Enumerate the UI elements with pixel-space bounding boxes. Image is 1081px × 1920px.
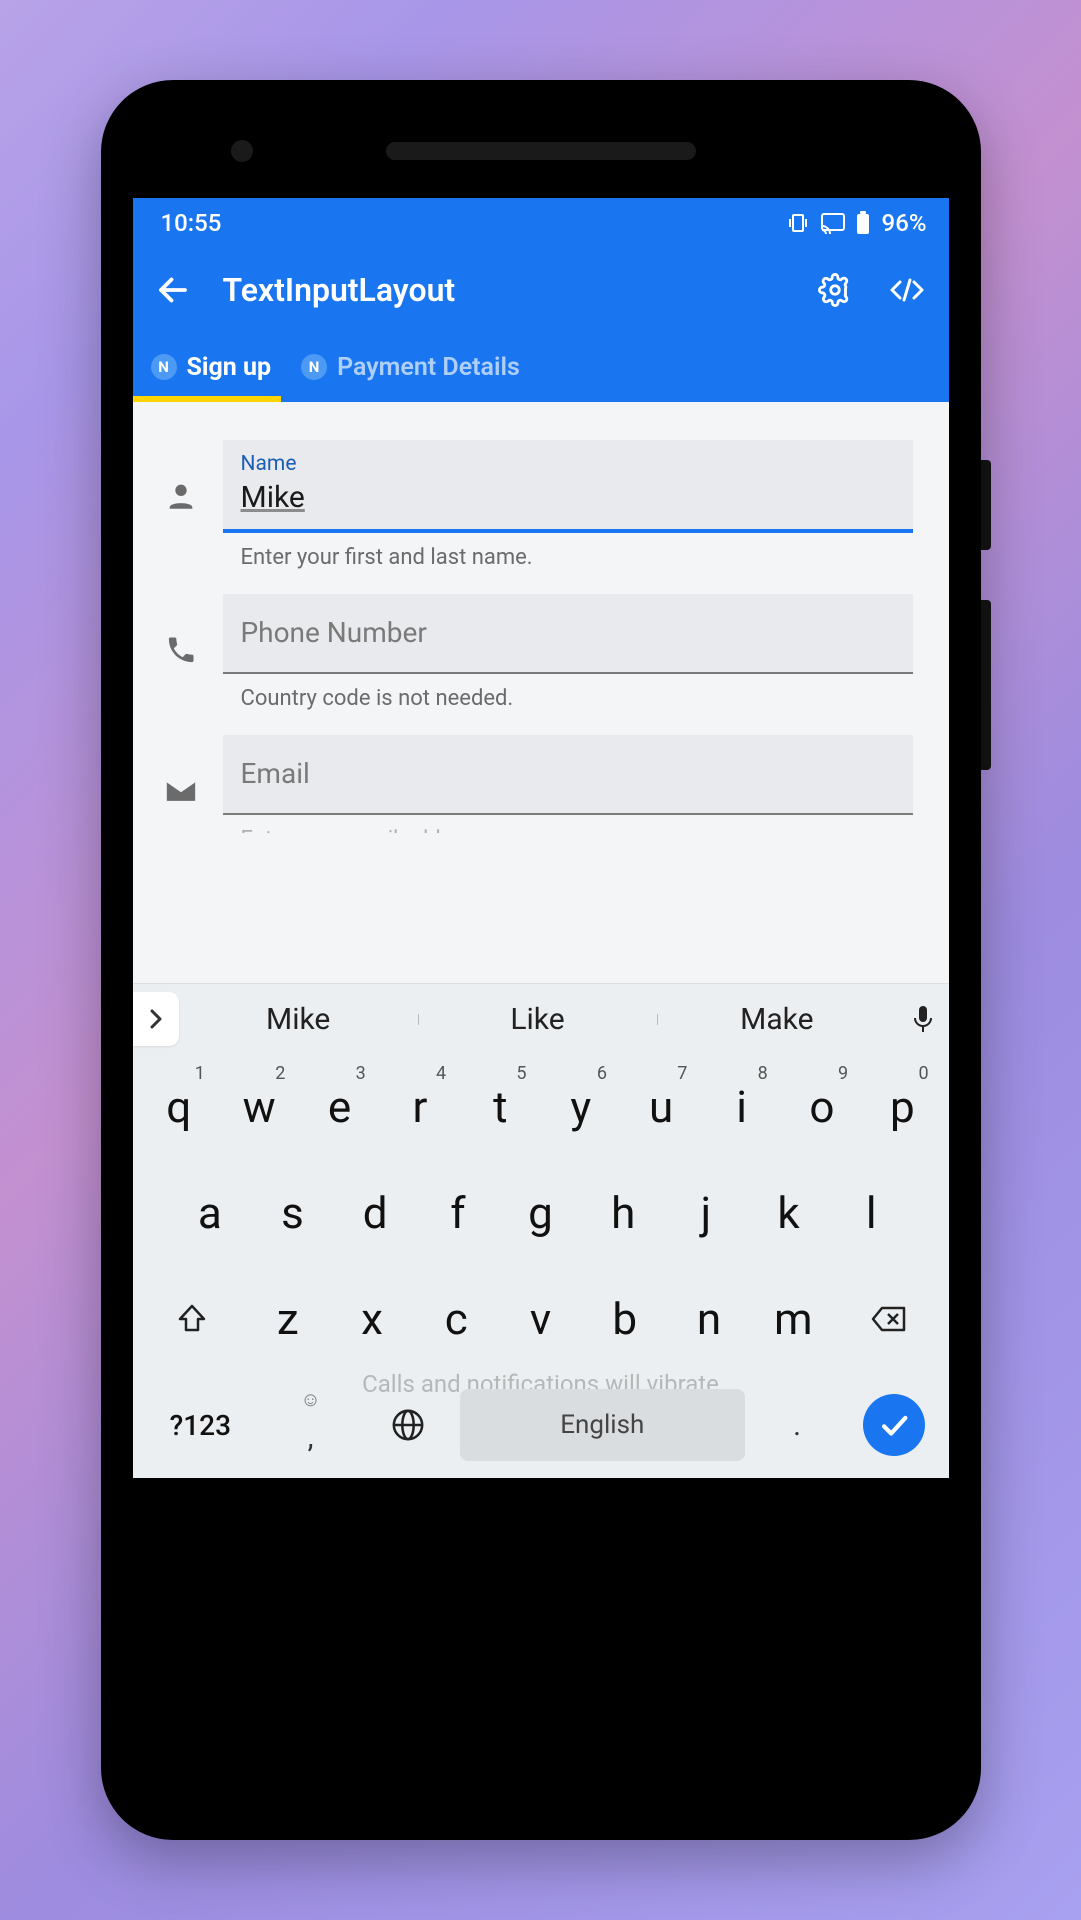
tab-badge-icon: N xyxy=(301,354,327,380)
key-t[interactable]: t5 xyxy=(464,1061,536,1153)
name-value: Mike xyxy=(241,480,895,515)
voice-input-button[interactable] xyxy=(897,1004,949,1034)
power-button xyxy=(981,460,991,550)
phone-field-row: Phone Number Country code is not needed. xyxy=(161,594,913,711)
code-button[interactable] xyxy=(887,270,927,310)
email-helper: Enter your email address xyxy=(223,815,913,833)
tab-badge-icon: N xyxy=(151,354,177,380)
key-s[interactable]: s xyxy=(255,1167,330,1259)
key-period[interactable]: . xyxy=(753,1379,842,1471)
tab-label: Payment Details xyxy=(337,353,520,382)
key-r[interactable]: r4 xyxy=(384,1061,456,1153)
key-backspace[interactable] xyxy=(839,1273,938,1365)
key-shift[interactable] xyxy=(143,1273,242,1365)
key-comma[interactable]: ☺ , xyxy=(266,1379,355,1471)
cast-icon xyxy=(820,212,846,234)
key-enter[interactable] xyxy=(850,1379,939,1471)
key-q[interactable]: q1 xyxy=(143,1061,215,1153)
key-row-2: a s d f g h j k l xyxy=(133,1160,949,1266)
expand-suggestions-button[interactable] xyxy=(133,992,179,1046)
phone-speaker xyxy=(386,142,696,160)
key-i[interactable]: i8 xyxy=(705,1061,777,1153)
battery-percent: 96% xyxy=(882,209,927,237)
key-e[interactable]: e3 xyxy=(303,1061,375,1153)
key-j[interactable]: j xyxy=(669,1167,744,1259)
key-x[interactable]: x xyxy=(334,1273,410,1365)
key-a[interactable]: a xyxy=(173,1167,248,1259)
front-camera xyxy=(231,140,253,162)
phone-helper: Country code is not needed. xyxy=(223,674,913,711)
key-row-4: Calls and notifications will vibrate ?12… xyxy=(133,1372,949,1478)
phone-frame: 10:55 xyxy=(101,80,981,1840)
key-y[interactable]: y6 xyxy=(545,1061,617,1153)
key-n[interactable]: n xyxy=(671,1273,747,1365)
name-field-row: Name Mike Enter your first and last name… xyxy=(161,440,913,570)
suggestion-bar: Mike Like Make xyxy=(133,984,949,1054)
key-row-1: q1 w2 e3 r4 t5 y6 u7 i8 o9 p0 xyxy=(133,1054,949,1160)
suggestion-1[interactable]: Mike xyxy=(179,1002,418,1037)
key-symbols[interactable]: ?123 xyxy=(143,1379,259,1471)
key-row-3: z x c v b n m xyxy=(133,1266,949,1372)
volume-button xyxy=(981,600,991,770)
keyboard: Mike Like Make q1 w2 e3 r4 t5 xyxy=(133,983,949,1478)
name-input[interactable]: Name Mike xyxy=(223,440,913,533)
phone-icon xyxy=(161,630,201,670)
key-v[interactable]: v xyxy=(502,1273,578,1365)
form-content: Name Mike Enter your first and last name… xyxy=(133,402,949,983)
name-label: Name xyxy=(241,452,895,476)
phone-placeholder: Phone Number xyxy=(241,616,895,649)
suggestion-2[interactable]: Like xyxy=(418,1002,657,1037)
key-language[interactable] xyxy=(363,1379,452,1471)
emoji-icon: ☺ xyxy=(300,1387,320,1412)
phone-input[interactable]: Phone Number xyxy=(223,594,913,674)
status-time: 10:55 xyxy=(161,209,222,237)
tab-label: Sign up xyxy=(187,353,272,382)
key-z[interactable]: z xyxy=(250,1273,326,1365)
tab-sign-up[interactable]: N Sign up xyxy=(145,332,278,402)
key-h[interactable]: h xyxy=(586,1167,661,1259)
back-button[interactable] xyxy=(155,272,191,308)
key-k[interactable]: k xyxy=(751,1167,826,1259)
check-icon xyxy=(863,1394,925,1456)
email-input[interactable]: Email xyxy=(223,735,913,815)
suggestion-3[interactable]: Make xyxy=(657,1002,896,1037)
person-icon xyxy=(161,476,201,516)
key-c[interactable]: c xyxy=(418,1273,494,1365)
screen: 10:55 xyxy=(133,198,949,1478)
key-o[interactable]: o9 xyxy=(786,1061,858,1153)
email-placeholder: Email xyxy=(241,757,895,790)
email-field-row: Email Enter your email address xyxy=(161,735,913,833)
key-g[interactable]: g xyxy=(503,1167,578,1259)
email-icon xyxy=(161,771,201,811)
key-u[interactable]: u7 xyxy=(625,1061,697,1153)
tab-bar: N Sign up N Payment Details xyxy=(133,332,949,402)
tab-payment-details[interactable]: N Payment Details xyxy=(295,332,526,402)
key-w[interactable]: w2 xyxy=(223,1061,295,1153)
key-m[interactable]: m xyxy=(755,1273,831,1365)
tab-indicator xyxy=(133,396,281,402)
app-bar: TextInputLayout xyxy=(133,248,949,332)
key-p[interactable]: p0 xyxy=(866,1061,938,1153)
key-b[interactable]: b xyxy=(587,1273,663,1365)
name-helper: Enter your first and last name. xyxy=(223,533,913,570)
app-title: TextInputLayout xyxy=(223,271,783,309)
key-space[interactable]: English xyxy=(460,1389,745,1461)
status-bar: 10:55 xyxy=(133,198,949,248)
key-d[interactable]: d xyxy=(338,1167,413,1259)
vibrate-icon xyxy=(786,211,810,235)
battery-icon xyxy=(856,211,870,235)
key-l[interactable]: l xyxy=(834,1167,909,1259)
settings-button[interactable] xyxy=(815,270,855,310)
key-f[interactable]: f xyxy=(421,1167,496,1259)
